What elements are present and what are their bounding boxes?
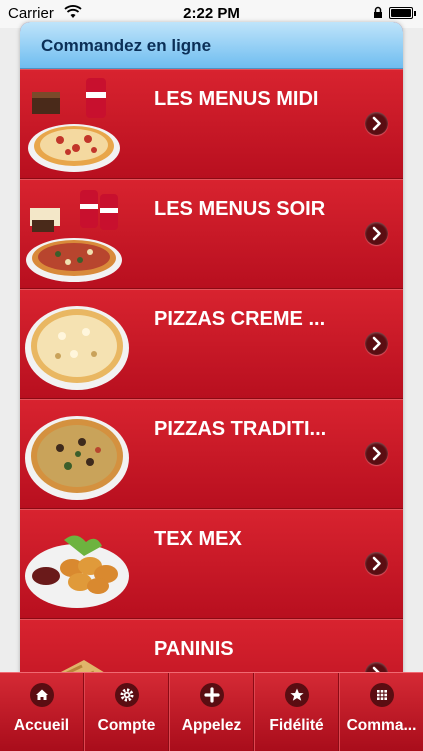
chevron-right-icon[interactable] (365, 332, 388, 355)
tab-compte[interactable]: Compte (84, 673, 169, 751)
traditional-pizza-image (25, 416, 129, 500)
list-item-pizzas-traditionnelles[interactable]: PIZZAS TRADITI... (20, 399, 403, 509)
tab-appelez[interactable]: Appelez (169, 673, 254, 751)
tab-label: Comma... (346, 717, 417, 734)
chicken-nuggets-with-sauce-image (25, 535, 129, 608)
tab-bar: Accueil Compte Appelez Fidélité Comma... (0, 672, 423, 751)
list-item-label: PIZZAS TRADITI... (154, 418, 327, 440)
chevron-right-icon[interactable] (365, 552, 388, 575)
tab-fidelite[interactable]: Fidélité (254, 673, 339, 751)
list-item-label: LES MENUS SOIR (154, 198, 326, 220)
list-item-tex-mex[interactable]: TEX MEX (20, 509, 403, 619)
chevron-right-icon[interactable] (365, 442, 388, 465)
battery-icon (389, 7, 416, 19)
list-item-label: LES MENUS MIDI (154, 88, 319, 110)
tab-label: Appelez (181, 717, 242, 734)
tab-label: Fidélité (269, 717, 324, 734)
tab-label: Accueil (13, 717, 70, 734)
list-item-menus-midi[interactable]: LES MENUS MIDI (20, 69, 403, 179)
grid-icon (369, 683, 394, 707)
chevron-right-icon[interactable] (365, 222, 388, 245)
list-item-label: PIZZAS CREME ... (154, 308, 326, 330)
card-header: Commandez en ligne (20, 22, 403, 69)
cream-pizza-image (25, 306, 129, 390)
menu-card: Commandez en ligne LES MENUS MIDI LES ME… (20, 22, 403, 682)
lock-icon (373, 6, 383, 22)
tab-commande[interactable]: Comma... (339, 673, 423, 751)
gear-icon (114, 683, 139, 707)
list-item-pizzas-creme[interactable]: PIZZAS CREME ... (20, 289, 403, 399)
home-icon (29, 683, 54, 707)
tab-accueil[interactable]: Accueil (0, 673, 84, 751)
chevron-right-icon[interactable] (365, 112, 388, 135)
category-list: LES MENUS MIDI LES MENUS SOIR PIZZAS CRE… (20, 69, 403, 682)
list-item-menus-soir[interactable]: LES MENUS SOIR (20, 179, 403, 289)
tab-label: Compte (97, 717, 156, 734)
pizza-with-dessert-and-two-colas-image (26, 190, 122, 282)
pizza-with-dessert-and-cola-image (28, 78, 120, 172)
plus-icon (199, 683, 224, 707)
page-title: Commandez en ligne (41, 36, 212, 55)
list-item-label: PANINIS (154, 638, 234, 660)
clock: 2:22 PM (183, 5, 240, 22)
list-item-label: TEX MEX (154, 528, 242, 550)
star-icon (284, 683, 309, 707)
